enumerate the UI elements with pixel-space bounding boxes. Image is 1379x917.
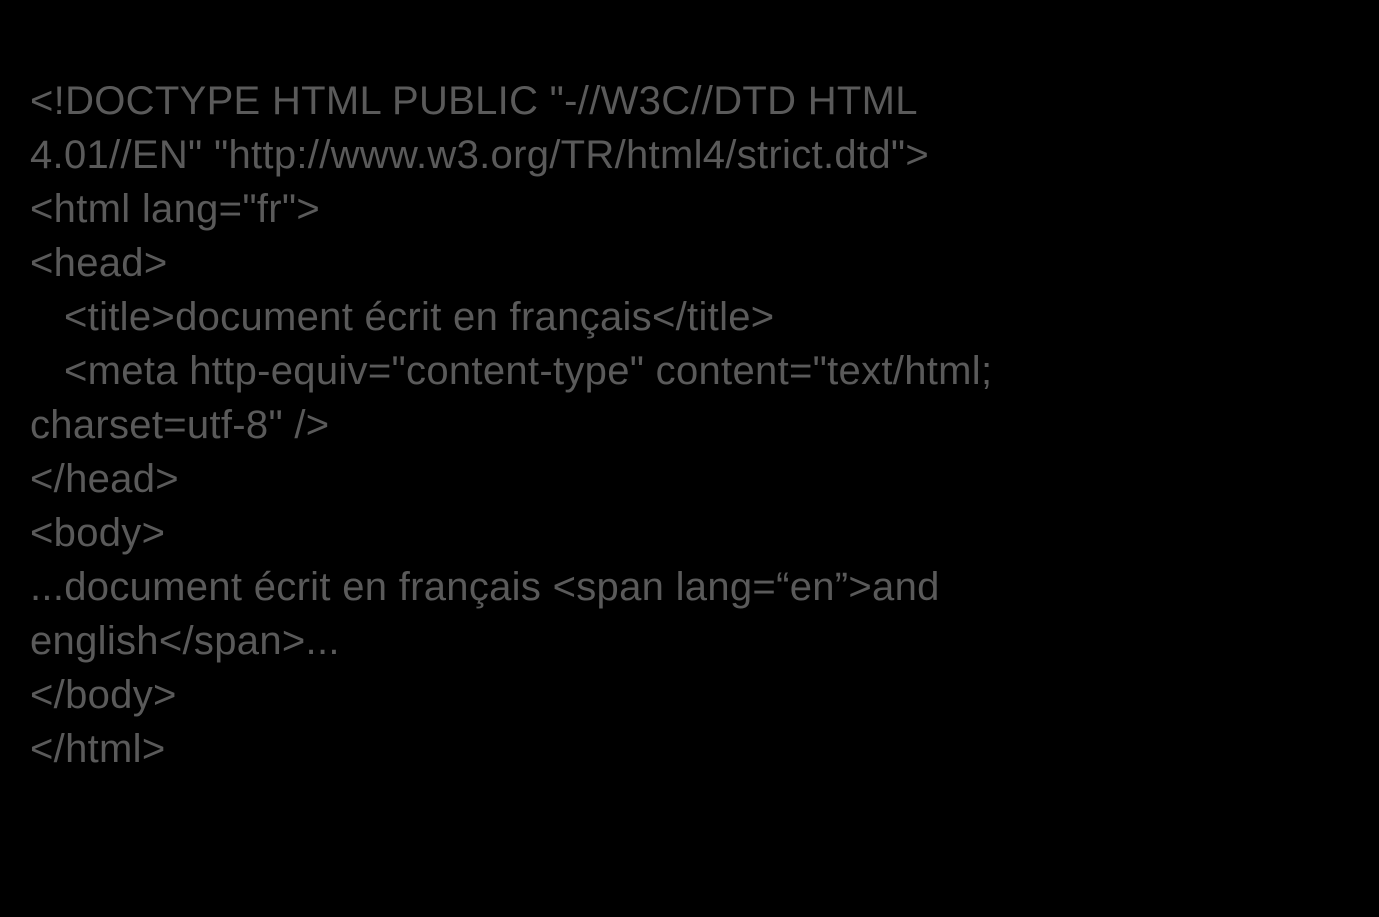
code-line-4: <title>document écrit en français</title… [64, 295, 774, 339]
code-line-5a: <meta http-equiv="content-type" content=… [64, 349, 992, 393]
code-line-1a: <!DOCTYPE HTML PUBLIC "-//W3C//DTD HTML [30, 79, 918, 123]
code-line-6: </head> [30, 457, 179, 501]
code-line-10: </html> [30, 727, 166, 771]
code-line-7: <body> [30, 511, 165, 555]
code-line-2: <html lang="fr"> [30, 187, 320, 231]
code-line-3: <head> [30, 241, 168, 285]
code-line-8b: english</span>... [30, 619, 340, 663]
code-line-5b: charset=utf-8" /> [30, 403, 329, 447]
html-code-snippet: <!DOCTYPE HTML PUBLIC "-//W3C//DTD HTML … [0, 0, 1379, 796]
code-line-8a: ...document écrit en français <span lang… [30, 565, 940, 609]
code-line-9: </body> [30, 673, 177, 717]
code-line-1b: 4.01//EN" "http://www.w3.org/TR/html4/st… [30, 133, 929, 177]
